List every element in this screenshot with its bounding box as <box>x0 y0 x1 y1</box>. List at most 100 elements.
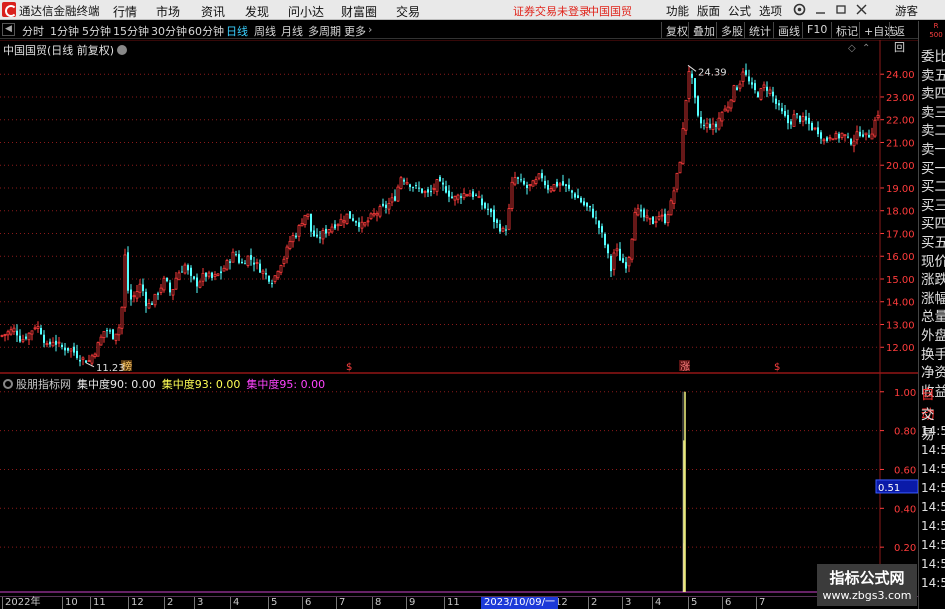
menu-formula[interactable]: 公式 <box>728 3 751 19</box>
candle-body[interactable] <box>265 273 267 275</box>
candle-body[interactable] <box>772 91 774 97</box>
candle-body[interactable] <box>96 342 100 357</box>
candle-body[interactable] <box>501 227 505 232</box>
candle-body[interactable] <box>723 108 727 112</box>
diamond-icon[interactable]: ◇ <box>848 43 856 54</box>
candle-body[interactable] <box>523 180 525 185</box>
candle-body[interactable] <box>537 173 541 179</box>
candle-body[interactable] <box>153 293 157 306</box>
candle-body[interactable] <box>358 222 360 227</box>
menu-quotes[interactable]: 行情 <box>113 3 137 20</box>
candle-body[interactable] <box>285 246 289 259</box>
candle-body[interactable] <box>669 200 673 216</box>
candle-body[interactable] <box>244 263 246 265</box>
candle-body[interactable] <box>726 106 730 112</box>
candle-body[interactable] <box>30 330 34 335</box>
candle-body[interactable] <box>231 251 235 263</box>
candle-body[interactable] <box>9 329 13 335</box>
candle-body[interactable] <box>3 333 7 336</box>
candle-body[interactable] <box>145 291 147 307</box>
candle-body[interactable] <box>717 117 721 130</box>
candle-body[interactable] <box>430 191 432 193</box>
candle-body[interactable] <box>403 179 405 182</box>
candle-body[interactable] <box>378 206 382 217</box>
candle-body[interactable] <box>784 111 786 116</box>
candle-body[interactable] <box>541 173 543 179</box>
overlay-button[interactable]: 叠加 <box>688 22 718 38</box>
quote-label[interactable]: 买四 <box>921 212 945 232</box>
quote-label[interactable]: 换手 <box>921 343 945 363</box>
candle-body[interactable] <box>295 235 297 238</box>
indicator-series[interactable] <box>682 391 686 592</box>
candle-body[interactable] <box>648 217 652 220</box>
candle-body[interactable] <box>132 295 136 298</box>
candle-body[interactable] <box>271 283 273 285</box>
candle-body[interactable] <box>694 78 696 98</box>
candle-body[interactable] <box>330 226 334 233</box>
candle-body[interactable] <box>25 336 27 339</box>
candle-body[interactable] <box>684 99 688 131</box>
candle-body[interactable] <box>253 262 255 265</box>
candle-body[interactable] <box>703 124 705 126</box>
candle-body[interactable] <box>162 277 166 291</box>
restore-icon[interactable] <box>833 1 850 18</box>
candle-body[interactable] <box>465 194 469 197</box>
candle-body[interactable] <box>720 111 724 122</box>
candle-body[interactable] <box>90 355 94 364</box>
candle-body[interactable] <box>336 224 340 227</box>
candle-body[interactable] <box>468 193 472 197</box>
quote-label[interactable]: 卖四 <box>921 82 945 102</box>
candle-body[interactable] <box>754 83 756 91</box>
candle-body[interactable] <box>462 193 466 199</box>
quote-label[interactable]: 卖三 <box>921 101 945 121</box>
candle-body[interactable] <box>738 83 742 89</box>
candle-body[interactable] <box>759 88 763 100</box>
candle-body[interactable] <box>741 71 745 83</box>
candle-body[interactable] <box>838 133 840 139</box>
candle-body[interactable] <box>276 270 280 279</box>
candle-body[interactable] <box>876 114 880 119</box>
candle-body[interactable] <box>601 226 603 233</box>
candle-body[interactable] <box>372 213 376 216</box>
candle-body[interactable] <box>382 203 384 206</box>
candle-body[interactable] <box>672 190 676 204</box>
candle-body[interactable] <box>775 98 777 104</box>
candle-body[interactable] <box>339 218 343 226</box>
candle-body[interactable] <box>801 116 805 122</box>
period-intraday[interactable]: 分时 <box>22 23 44 39</box>
candle-body[interactable] <box>697 96 699 116</box>
candle-body[interactable] <box>193 276 195 279</box>
candle-body[interactable] <box>222 267 226 272</box>
candle-body[interactable] <box>517 177 519 179</box>
period-daily[interactable]: 日线 <box>226 23 248 39</box>
candle-body[interactable] <box>787 115 789 124</box>
candle-body[interactable] <box>345 213 349 224</box>
candle-body[interactable] <box>159 287 163 293</box>
candle-body[interactable] <box>352 218 354 221</box>
quote-label[interactable]: 涨幅 <box>921 287 945 307</box>
adjust-button[interactable]: 复权 <box>661 22 691 38</box>
menu-layout[interactable]: 版面 <box>697 3 720 19</box>
candle-body[interactable] <box>451 196 453 199</box>
candle-body[interactable] <box>229 261 231 263</box>
menu-news[interactable]: 资讯 <box>201 3 225 20</box>
indicator-header[interactable]: 股朋指标网 集中度90: 0.00 集中度93: 0.00 集中度95: 0.00 <box>3 376 325 392</box>
candle-body[interactable] <box>255 262 259 264</box>
candle-body[interactable] <box>342 220 346 223</box>
quote-label[interactable]: 涨跌 <box>921 268 945 288</box>
candle-body[interactable] <box>246 255 250 266</box>
candle-body[interactable] <box>369 213 373 220</box>
candle-body[interactable] <box>513 177 517 185</box>
candle-body[interactable] <box>595 217 597 219</box>
candle-body[interactable] <box>321 230 325 240</box>
quote-label[interactable]: 买一 <box>921 157 945 177</box>
indicator-name[interactable]: 股朋指标网 <box>16 378 71 391</box>
candle-body[interactable] <box>112 329 114 340</box>
candle-body[interactable] <box>300 222 304 227</box>
candle-body[interactable] <box>583 201 585 206</box>
candle-body[interactable] <box>45 343 49 346</box>
candle-body[interactable] <box>577 195 579 199</box>
candle-body[interactable] <box>520 179 522 181</box>
quote-label[interactable]: 外盘 <box>921 324 945 344</box>
candle-body[interactable] <box>73 346 75 353</box>
